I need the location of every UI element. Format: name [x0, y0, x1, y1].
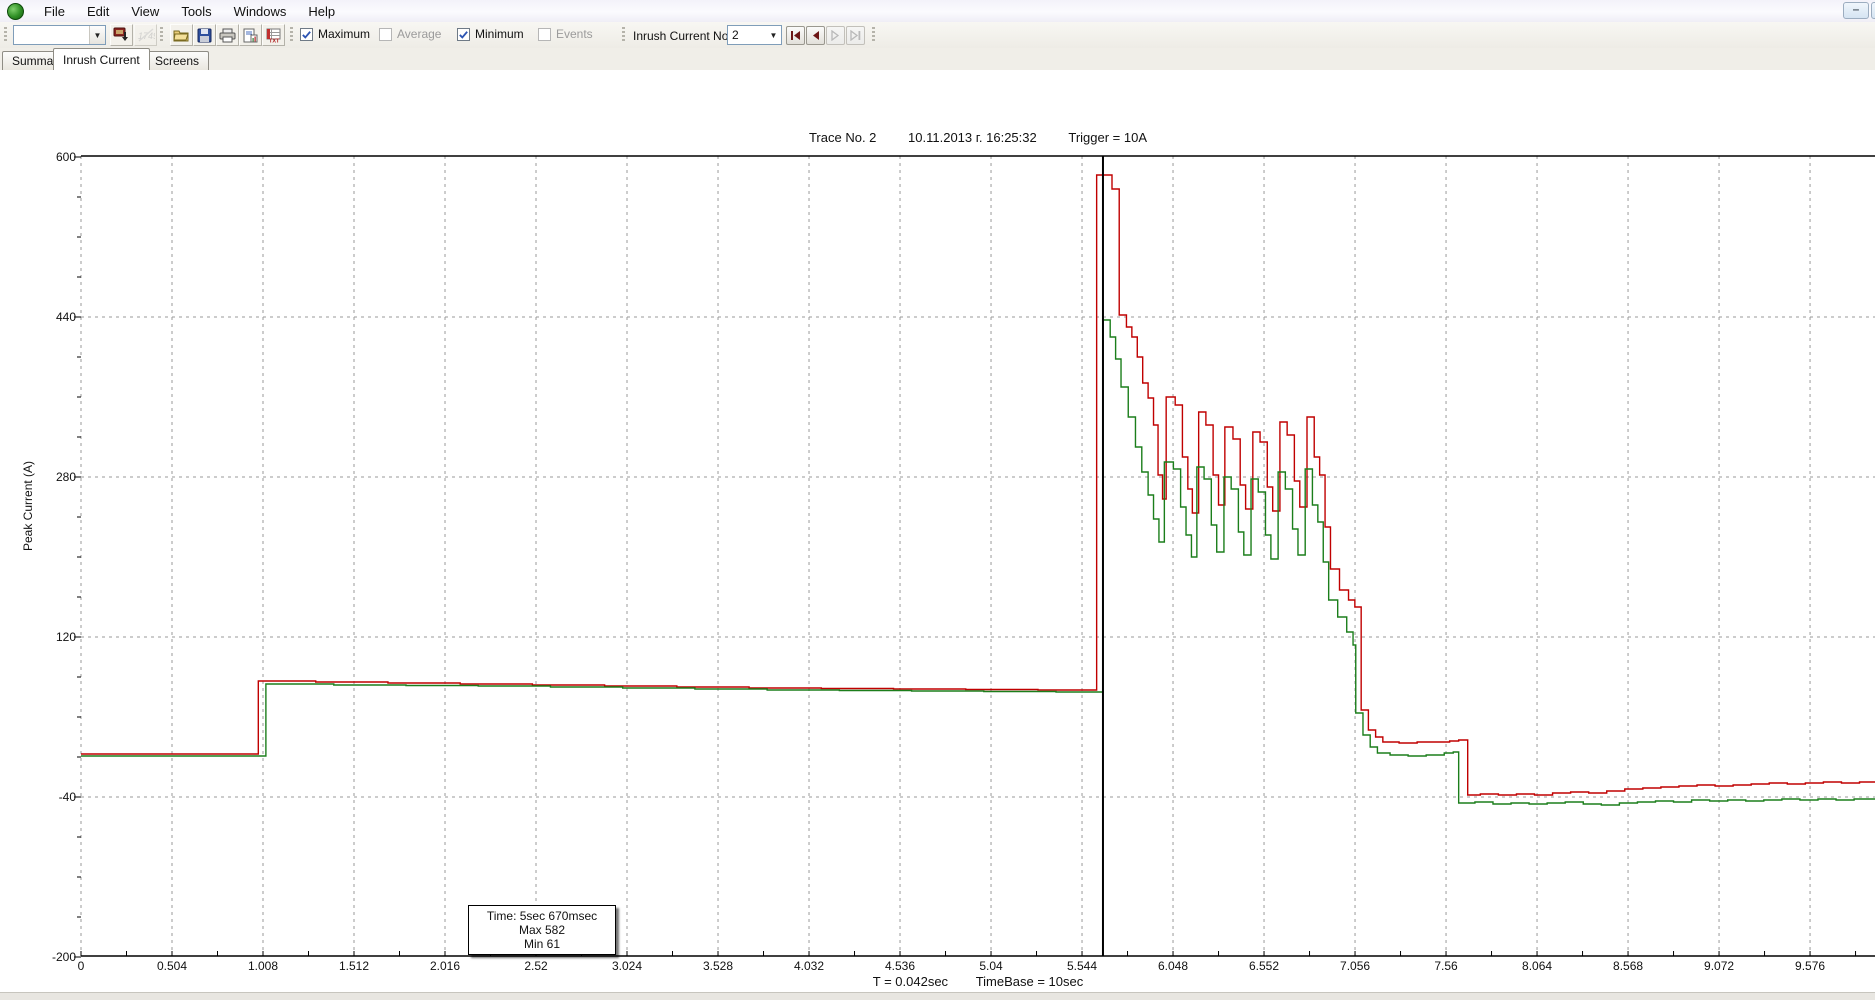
- trigger-label: Trigger = 10A: [1068, 130, 1147, 145]
- inrush-current-plot[interactable]: [0, 0, 1875, 1000]
- x-tick-label: 2.52: [524, 959, 547, 973]
- cursor-tooltip: Time: 5sec 670msec Max 582 Min 61: [468, 905, 616, 955]
- tab-inrush-current[interactable]: Inrush Current: [53, 48, 150, 70]
- trace-maximum: [81, 175, 1875, 795]
- y-tick-label: 600: [38, 150, 76, 164]
- x-tick-label: 9.576: [1795, 959, 1825, 973]
- x-tick-label: 9.072: [1704, 959, 1734, 973]
- status-bar: [0, 992, 1875, 1000]
- x-tick-label: 4.032: [794, 959, 824, 973]
- x-tick-label: 1.008: [248, 959, 278, 973]
- chart-title: Trace No. 2 10.11.2013 г. 16:25:32 Trigg…: [795, 130, 1161, 145]
- x-tick-label: 7.056: [1340, 959, 1370, 973]
- y-tick-label: 440: [38, 310, 76, 324]
- x-tick-label: 5.04: [979, 959, 1002, 973]
- x-tick-label: 6.552: [1249, 959, 1279, 973]
- x-tick-label: 3.024: [612, 959, 642, 973]
- x-tick-label: 0: [78, 959, 85, 973]
- y-tick-label: 280: [38, 470, 76, 484]
- x-tick-label: 4.536: [885, 959, 915, 973]
- y-tick-label: -200: [38, 950, 76, 964]
- tooltip-time: Time: 5sec 670msec: [471, 909, 613, 923]
- y-tick-label: -40: [38, 790, 76, 804]
- x-tick-label: 5.544: [1067, 959, 1097, 973]
- trace-datetime-label: 10.11.2013 г. 16:25:32: [908, 130, 1037, 145]
- tooltip-min: Min 61: [471, 937, 613, 951]
- x-tick-label: 8.568: [1613, 959, 1643, 973]
- chart-footer: T = 0.042sec TimeBase = 10sec: [861, 974, 1095, 989]
- trace-number-label: Trace No. 2: [809, 130, 876, 145]
- x-tick-label: 0.504: [157, 959, 187, 973]
- x-tick-label: 3.528: [703, 959, 733, 973]
- trace-minimum: [81, 320, 1875, 805]
- application-window: File Edit View Tools Windows Help – ▼ 17…: [0, 0, 1875, 1000]
- x-tick-label: 8.064: [1522, 959, 1552, 973]
- timebase-label: TimeBase = 10sec: [976, 974, 1084, 989]
- x-tick-label: 1.512: [339, 959, 369, 973]
- tooltip-max: Max 582: [471, 923, 613, 937]
- x-tick-label: 2.016: [430, 959, 460, 973]
- x-tick-label: 7.56: [1434, 959, 1457, 973]
- y-axis-title: Peak Current (A): [21, 461, 35, 551]
- sample-time-label: T = 0.042sec: [873, 974, 948, 989]
- y-tick-label: 120: [38, 630, 76, 644]
- x-tick-label: 6.048: [1158, 959, 1188, 973]
